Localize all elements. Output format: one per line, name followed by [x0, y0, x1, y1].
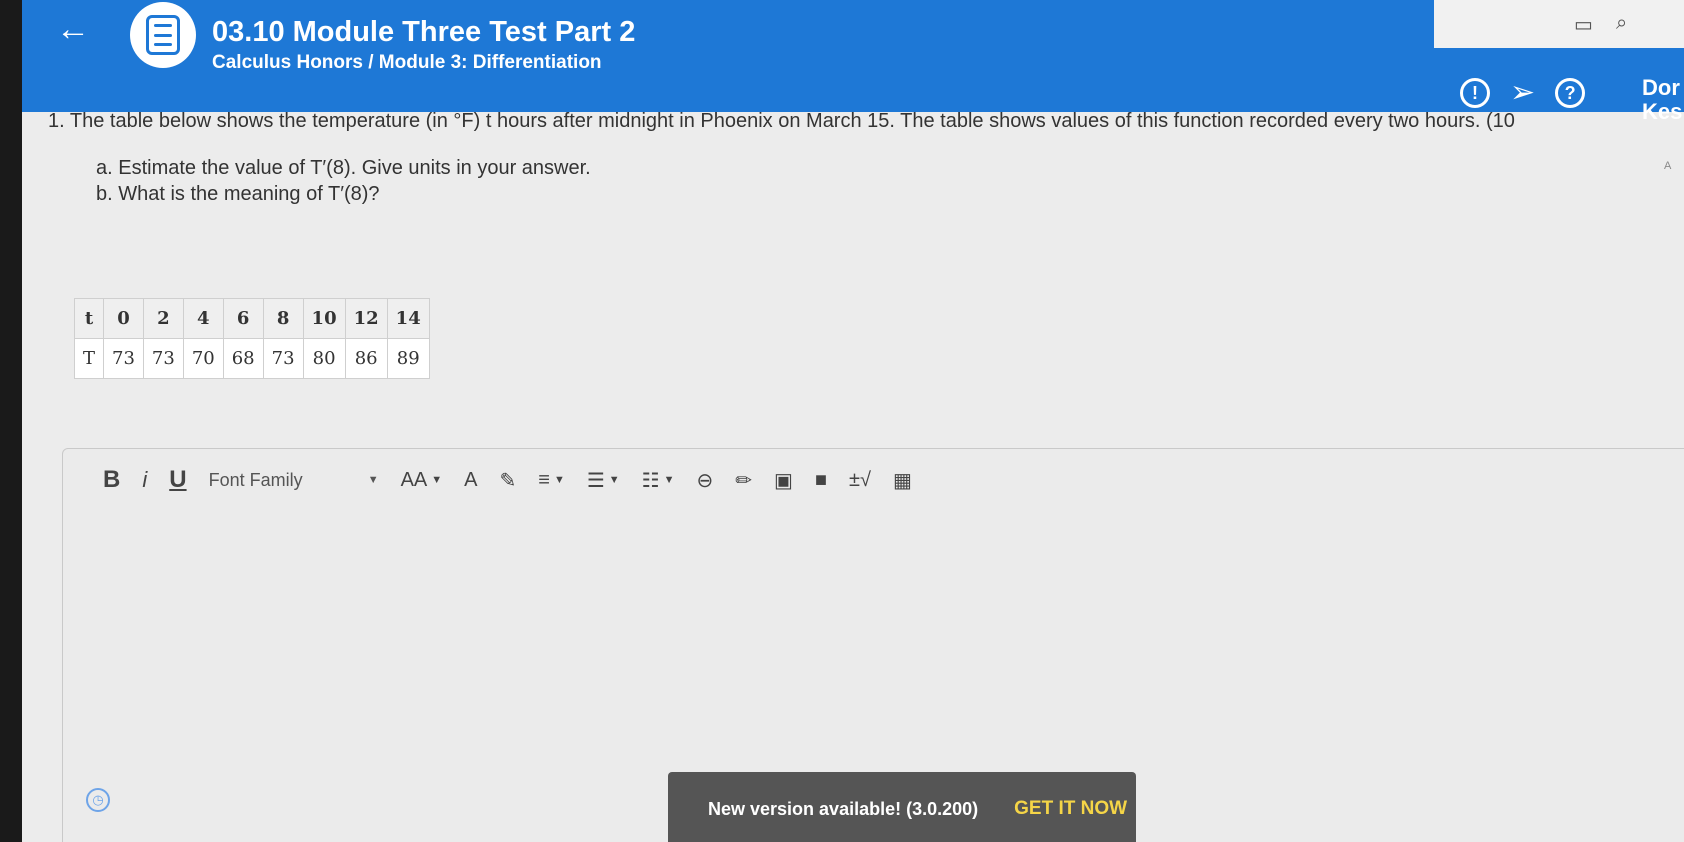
- font-size-label: AA: [400, 468, 428, 491]
- image-icon[interactable]: ▣: [774, 468, 793, 493]
- toast-message: New version available! (3.0.200): [708, 798, 979, 819]
- table-cell: 6: [222, 298, 264, 339]
- table-cell: 4: [182, 298, 224, 339]
- question-parts: a. Estimate the value of T′(8). Give uni…: [48, 155, 1684, 207]
- table-row: t 0 2 4 6 8 10 12 14: [73, 298, 430, 339]
- table-cell: 89: [386, 338, 430, 379]
- font-family-select[interactable]: Font Family ▼: [209, 470, 379, 491]
- table-cell: 70: [182, 338, 224, 379]
- page-title: 03.10 Module Three Test Part 2: [212, 16, 636, 48]
- side-label: A: [1664, 160, 1672, 172]
- header-actions: ! ➢ ?: [1460, 78, 1586, 108]
- chevron-down-icon: ▼: [367, 474, 379, 486]
- course-logo: [130, 2, 196, 68]
- checklist-icon: [146, 15, 180, 55]
- pencil-icon[interactable]: ✏: [735, 468, 752, 493]
- browser-strip: ▭ ⌕: [1434, 0, 1684, 48]
- underline-button[interactable]: U: [169, 466, 186, 494]
- temperature-table: t 0 2 4 6 8 10 12 14 T 73 73 70 68 73 80…: [73, 298, 430, 379]
- math-icon[interactable]: ±√: [849, 469, 871, 492]
- get-it-now-button[interactable]: GET IT NOW: [1014, 798, 1127, 820]
- back-button[interactable]: ←: [56, 12, 90, 46]
- chevron-down-icon: ▼: [608, 474, 620, 486]
- table-cell: 80: [302, 338, 346, 379]
- bold-button[interactable]: B: [103, 466, 120, 494]
- send-icon[interactable]: ➢: [1510, 78, 1535, 108]
- question-part-a: a. Estimate the value of T′(8). Give uni…: [96, 157, 591, 179]
- question-text: 1. The table below shows the temperature…: [48, 110, 1684, 207]
- info-icon[interactable]: !: [1460, 78, 1490, 108]
- question-part-b: b. What is the meaning of T′(8)?: [96, 183, 380, 205]
- editor-toolbar: B i U Font Family ▼ AA ▼ A ✎ ≡ ▼ ☰ ▼ ☷ ▼ ⊖ …: [63, 449, 912, 511]
- zoom-icon[interactable]: ⌕: [1616, 12, 1627, 35]
- chevron-down-icon: ▼: [663, 474, 675, 486]
- table-cell: 10: [302, 298, 346, 339]
- breadcrumb: Calculus Honors / Module 3: Differentiat…: [212, 52, 602, 73]
- video-icon[interactable]: ■: [815, 469, 827, 492]
- text-color-icon[interactable]: A: [464, 469, 477, 492]
- table-cell: T: [73, 338, 105, 379]
- table-cell: 73: [103, 338, 144, 379]
- table-cell: 14: [386, 298, 430, 339]
- table-cell: 12: [344, 298, 388, 339]
- table-cell: 73: [262, 338, 304, 379]
- chevron-down-icon: ▼: [431, 474, 443, 486]
- table-cell: 73: [142, 338, 184, 379]
- unordered-list-icon[interactable]: ☷ ▼: [642, 468, 675, 493]
- chevron-down-icon: ▼: [553, 474, 565, 486]
- font-size-select[interactable]: AA ▼: [401, 469, 443, 492]
- cast-icon[interactable]: ▭: [1574, 12, 1593, 37]
- app-window: ← 03.10 Module Three Test Part 2 Calculu…: [22, 0, 1684, 842]
- font-family-label: Font Family: [208, 469, 303, 490]
- table-icon[interactable]: ▦: [893, 468, 912, 493]
- table-cell: 8: [262, 298, 304, 339]
- table-row: T 73 73 70 68 73 80 86 89: [73, 338, 430, 379]
- table-cell: t: [73, 298, 105, 339]
- clock-icon[interactable]: ◷: [86, 788, 110, 812]
- header-bar: ← 03.10 Module Three Test Part 2 Calculu…: [22, 0, 1684, 124]
- highlight-icon[interactable]: ✎: [500, 468, 517, 493]
- table-cell: 86: [344, 338, 388, 379]
- ordered-list-icon[interactable]: ☰ ▼: [587, 468, 620, 493]
- table-cell: 2: [142, 298, 184, 339]
- italic-button[interactable]: i: [142, 467, 147, 493]
- table-cell: 0: [103, 298, 144, 339]
- update-toast: New version available! (3.0.200) GET IT …: [668, 772, 1136, 842]
- question-stem: 1. The table below shows the temperature…: [48, 110, 1515, 132]
- help-icon[interactable]: ?: [1555, 78, 1586, 108]
- link-icon[interactable]: ⊖: [696, 468, 713, 493]
- align-icon[interactable]: ≡ ▼: [538, 469, 565, 492]
- table-cell: 68: [222, 338, 264, 379]
